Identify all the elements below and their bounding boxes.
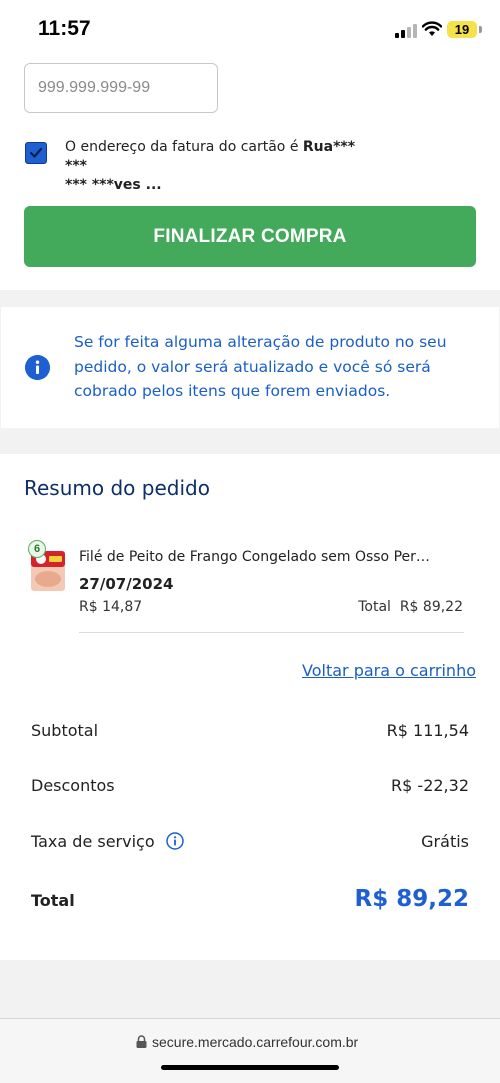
service-fee-value: Grátis [421, 832, 469, 851]
url-text[interactable]: secure.mercado.carrefour.com.br [152, 1034, 358, 1050]
info-notice-text: Se for feita alguma alteração de produto… [74, 333, 447, 400]
order-summary: Resumo do pedido 6 Filé de Peito de Fran… [0, 454, 500, 960]
browser-url-bar[interactable]: secure.mercado.carrefour.com.br [0, 1018, 500, 1083]
product-total: Total R$ 89,22 [358, 599, 463, 615]
finalize-purchase-button[interactable]: FINALIZAR COMPRA [24, 206, 476, 267]
product-quantity-badge: 6 [28, 540, 46, 558]
info-outline-icon[interactable] [165, 832, 184, 850]
info-icon [25, 355, 50, 380]
product-total-value: R$ 89,22 [399, 599, 463, 615]
product-total-label: Total [358, 599, 391, 615]
product-unit-price: R$ 14,87 [79, 599, 143, 615]
total-value: R$ 89,22 [354, 886, 469, 912]
status-time: 11:57 [38, 17, 91, 40]
cellular-signal-icon [395, 23, 417, 38]
billing-address-masked-2: *** ***ves ... [65, 177, 162, 193]
service-fee-label: Taxa de serviço [31, 832, 155, 851]
info-notice: Se for feita alguma alteração de produto… [1, 307, 499, 428]
wifi-icon [422, 21, 442, 36]
discounts-value: R$ -22,32 [391, 776, 469, 795]
service-fee-row: Taxa de serviço [31, 832, 184, 851]
payment-section: O endereço da fatura do cartão é Rua*** … [0, 58, 500, 290]
check-icon [29, 147, 43, 158]
total-label: Total [31, 891, 75, 910]
product-name[interactable]: Filé de Peito de Frango Congelado sem Os… [79, 549, 430, 565]
billing-address-checkbox[interactable] [25, 142, 47, 164]
divider [79, 632, 464, 633]
billing-address-text: O endereço da fatura do cartão é Rua*** … [65, 138, 375, 195]
subtotal-value: R$ 111,54 [386, 721, 469, 740]
lock-icon [136, 1035, 147, 1048]
battery-icon: 19 [447, 21, 477, 38]
subtotal-label: Subtotal [31, 721, 99, 740]
cpf-input[interactable] [24, 63, 218, 113]
status-bar: 11:57 19 [0, 0, 500, 58]
product-date: 27/07/2024 [79, 575, 174, 593]
home-indicator[interactable] [161, 1065, 339, 1070]
back-to-cart-link[interactable]: Voltar para o carrinho [302, 661, 476, 680]
billing-address-prefix: O endereço da fatura do cartão é [65, 139, 303, 155]
order-summary-title: Resumo do pedido [24, 476, 210, 500]
discounts-label: Descontos [31, 776, 115, 795]
battery-tip [479, 26, 482, 33]
